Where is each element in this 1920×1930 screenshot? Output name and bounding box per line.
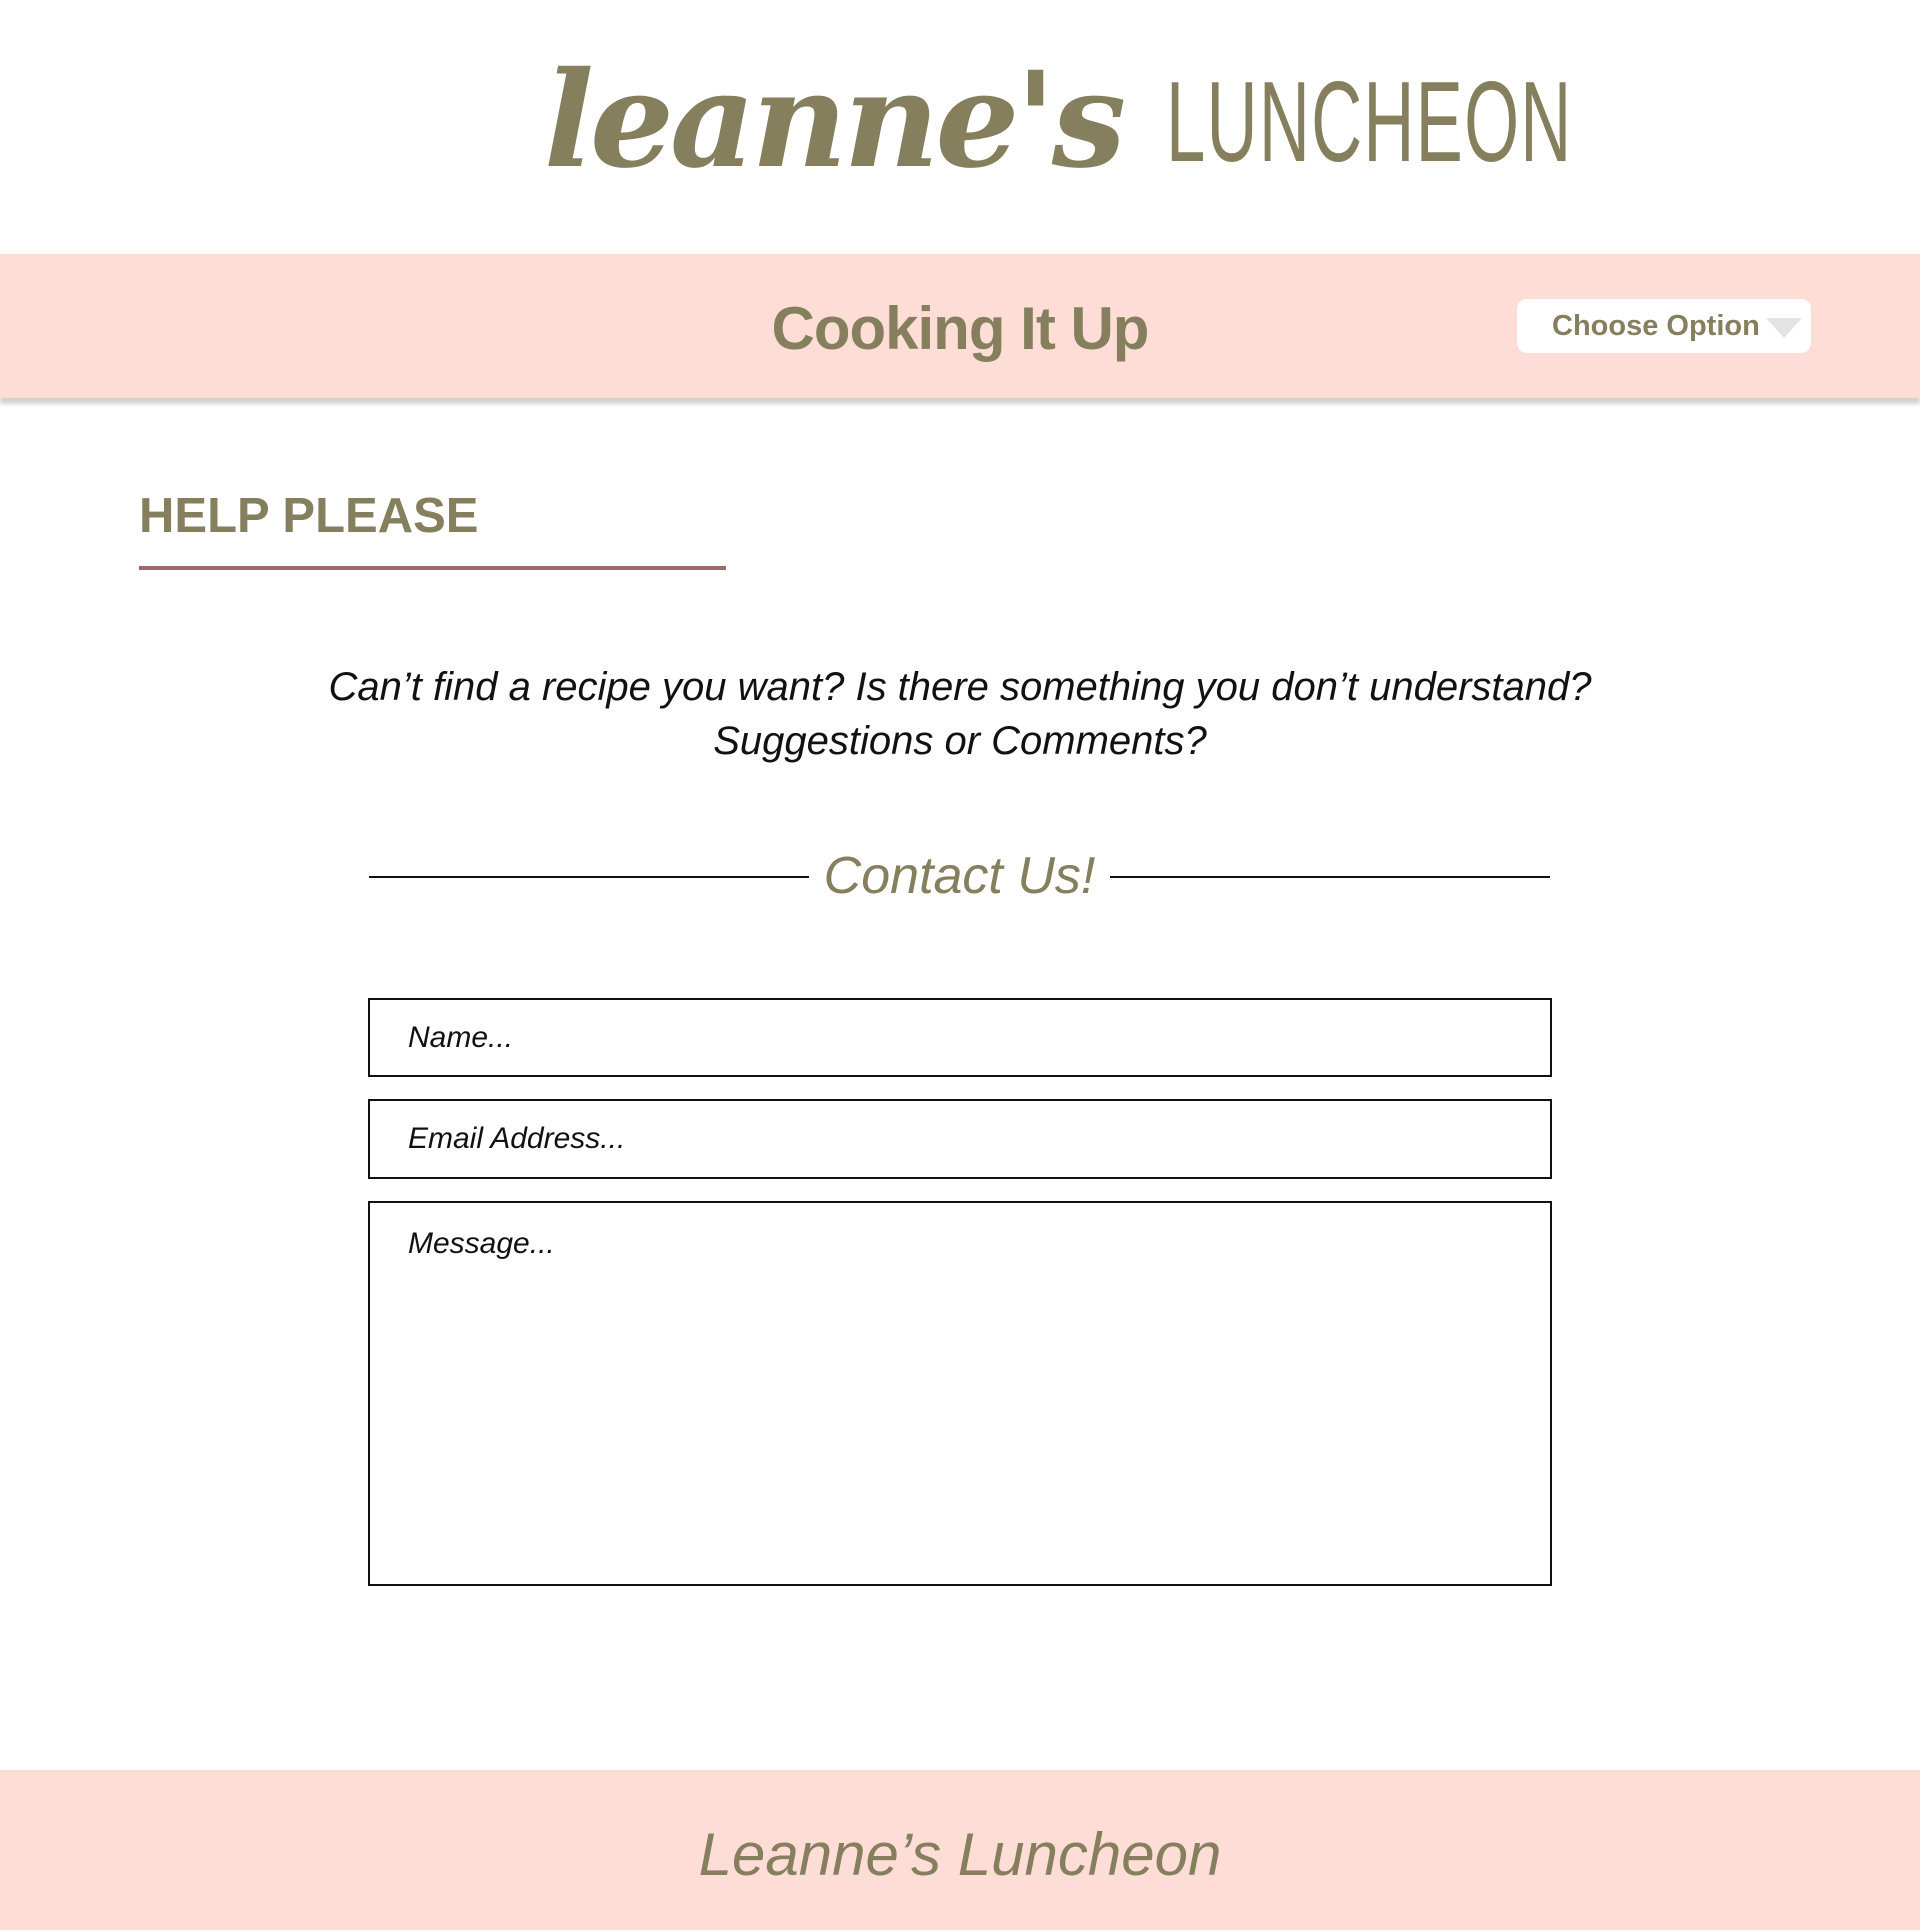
site-footer: Leanne’s Luncheon xyxy=(0,1770,1920,1930)
name-input[interactable] xyxy=(368,998,1552,1077)
message-textarea[interactable] xyxy=(368,1201,1552,1586)
logo-caps-text: LUNCHEON xyxy=(1166,59,1573,186)
intro-text: Can’t find a recipe you want? Is there s… xyxy=(0,660,1920,768)
page: leanne's LUNCHEON Cooking It Up Choose O… xyxy=(0,0,1920,1930)
contact-divider-right xyxy=(1110,876,1550,878)
choose-option-dropdown[interactable]: Choose Option xyxy=(1517,299,1811,353)
contact-divider-left xyxy=(369,876,809,878)
section-heading-underline xyxy=(139,566,726,570)
contact-heading: Contact Us! xyxy=(823,847,1096,905)
site-logo[interactable]: leanne's LUNCHEON xyxy=(0,0,1920,254)
email-input[interactable] xyxy=(368,1099,1552,1179)
chevron-down-icon xyxy=(1765,318,1802,338)
intro-line-1: Can’t find a recipe you want? Is there s… xyxy=(328,665,1592,709)
footer-text: Leanne’s Luncheon xyxy=(698,1821,1222,1888)
nav-bar: Cooking It Up Choose Option xyxy=(0,254,1920,398)
section-heading: HELP PLEASE xyxy=(139,489,479,543)
logo-script-text: leanne's xyxy=(543,43,1126,198)
intro-line-2: Suggestions or Comments? xyxy=(713,719,1207,763)
choose-option-label: Choose Option xyxy=(1552,309,1760,342)
